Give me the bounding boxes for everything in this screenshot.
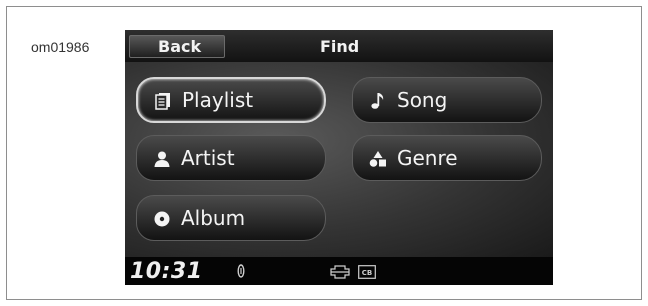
genre-button[interactable]: Genre	[352, 135, 542, 181]
find-menu: Playlist Song Artist Genre Album	[125, 62, 553, 257]
infotainment-screen: Back Find Playlist Song Artist Genre Alb…	[125, 30, 553, 285]
page-title: Find	[320, 37, 360, 56]
genre-label: Genre	[397, 146, 458, 170]
album-button[interactable]: Album	[136, 195, 326, 241]
genre-icon	[369, 149, 387, 167]
disc-icon	[153, 209, 171, 227]
cb-icon: CB	[358, 264, 376, 283]
figure-code: om01986	[31, 39, 90, 55]
playlist-icon	[154, 91, 172, 110]
mic-icon	[237, 263, 245, 283]
playlist-label: Playlist	[182, 88, 254, 112]
clock: 10:31	[130, 259, 203, 284]
back-button[interactable]: Back	[129, 35, 225, 58]
person-icon	[153, 149, 171, 167]
svg-text:CB: CB	[362, 269, 372, 277]
brand-logo-icon	[330, 264, 350, 283]
artist-label: Artist	[181, 146, 235, 170]
artist-button[interactable]: Artist	[136, 135, 326, 181]
status-bar: 10:31 CB	[125, 257, 553, 285]
playlist-button[interactable]: Playlist	[136, 77, 326, 123]
song-button[interactable]: Song	[352, 77, 542, 123]
music-note-icon	[369, 91, 387, 109]
song-label: Song	[397, 88, 448, 112]
header-bar: Back Find	[125, 30, 553, 62]
album-label: Album	[181, 206, 246, 230]
